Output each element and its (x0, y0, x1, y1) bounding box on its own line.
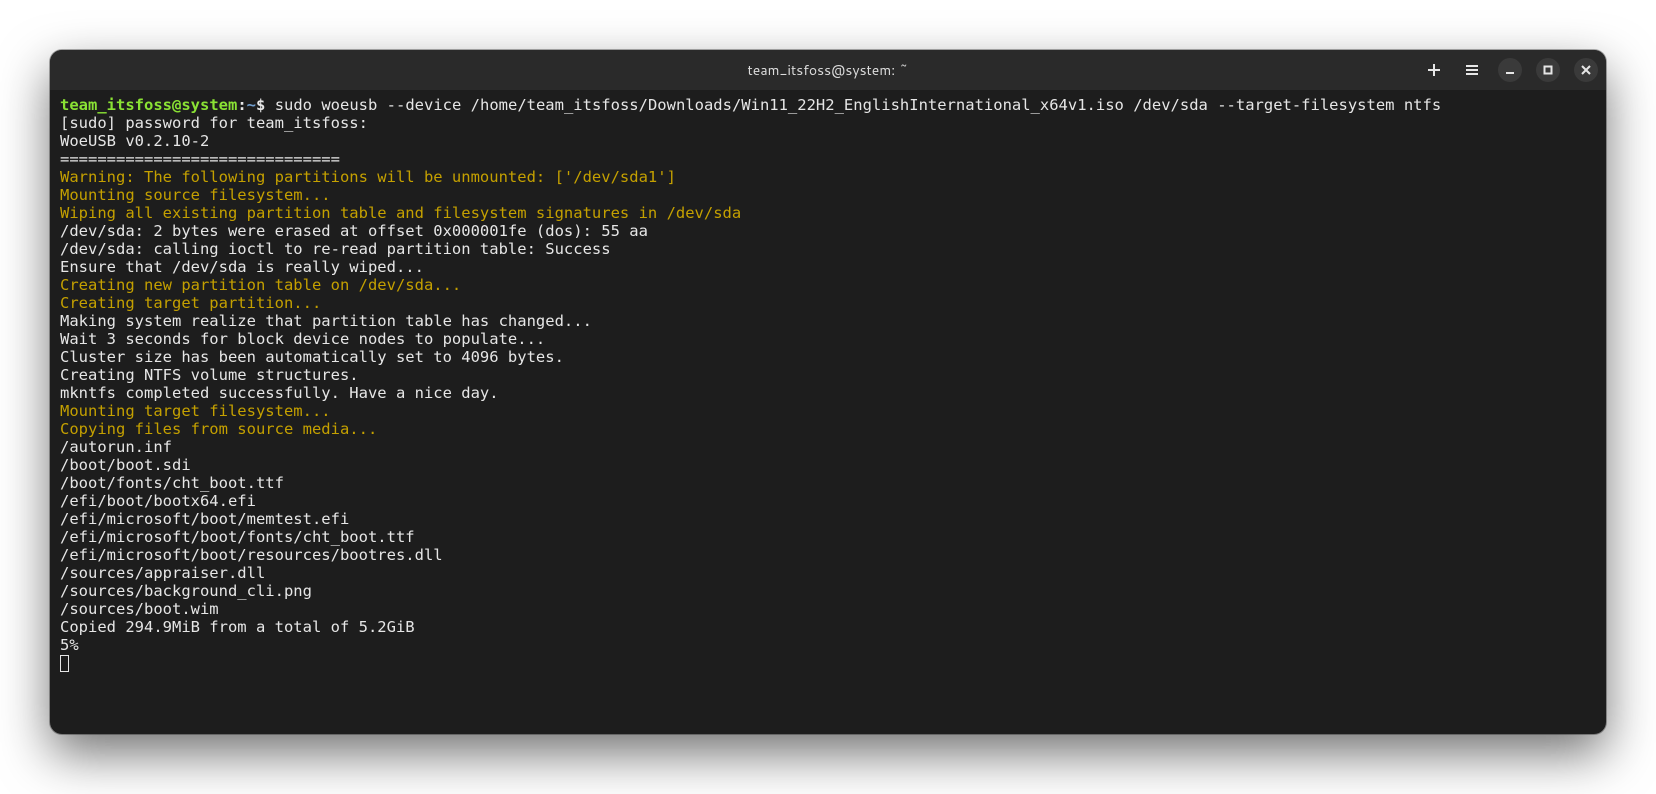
window-controls (1422, 50, 1598, 90)
prompt-user: team_itsfoss (60, 96, 172, 114)
prompt-at: @ (172, 96, 181, 114)
new-tab-button[interactable] (1422, 58, 1446, 82)
output-status: Wiping all existing partition table and … (60, 204, 741, 222)
prompt-colon: : (237, 96, 246, 114)
titlebar: team_itsfoss@system: ~ (50, 50, 1606, 90)
output-status: Creating target partition... (60, 294, 321, 312)
output-file: /sources/background_cli.png (60, 582, 312, 600)
output-warning: Warning: The following partitions will b… (60, 168, 676, 186)
output-line: mkntfs completed successfully. Have a ni… (60, 384, 499, 402)
output-status: Mounting source filesystem... (60, 186, 331, 204)
maximize-button[interactable] (1536, 58, 1560, 82)
output-line: Creating NTFS volume structures. (60, 366, 359, 384)
output-status: Creating new partition table on /dev/sda… (60, 276, 461, 294)
output-line: [sudo] password for team_itsfoss: (60, 114, 377, 132)
output-status: Copying files from source media... (60, 420, 377, 438)
output-file: /sources/appraiser.dll (60, 564, 265, 582)
output-line: Ensure that /dev/sda is really wiped... (60, 258, 424, 276)
minimize-button[interactable] (1498, 58, 1522, 82)
output-line: /dev/sda: calling ioctl to re-read parti… (60, 240, 611, 258)
prompt-dollar: $ (256, 96, 275, 114)
output-progress-percent: 5% (60, 636, 79, 654)
close-button[interactable] (1574, 58, 1598, 82)
command-text: sudo woeusb --device /home/team_itsfoss/… (275, 96, 1441, 114)
output-line: Cluster size has been automatically set … (60, 348, 564, 366)
output-file: /efi/boot/bootx64.efi (60, 492, 256, 510)
output-file: /autorun.inf (60, 438, 172, 456)
output-line: Making system realize that partition tab… (60, 312, 592, 330)
output-file: /sources/boot.wim (60, 600, 219, 618)
output-line: /dev/sda: 2 bytes were erased at offset … (60, 222, 648, 240)
window-title: team_itsfoss@system: ~ (50, 60, 1606, 80)
output-progress-text: Copied 294.9MiB from a total of 5.2GiB (60, 618, 415, 636)
output-file: /efi/microsoft/boot/resources/bootres.dl… (60, 546, 443, 564)
output-file: /efi/microsoft/boot/fonts/cht_boot.ttf (60, 528, 415, 546)
prompt-path: ~ (247, 96, 256, 114)
terminal-body[interactable]: team_itsfoss@system:~$ sudo woeusb --dev… (50, 90, 1606, 734)
terminal-window: team_itsfoss@system: ~ team_itsfoss@syst… (50, 50, 1606, 734)
output-line: ============================== (60, 150, 340, 168)
output-status: Mounting target filesystem... (60, 402, 331, 420)
terminal-cursor (60, 655, 69, 672)
prompt-host: system (181, 96, 237, 114)
output-line: WoeUSB v0.2.10-2 (60, 132, 209, 150)
output-file: /boot/fonts/cht_boot.ttf (60, 474, 284, 492)
output-file: /boot/boot.sdi (60, 456, 191, 474)
output-line: Wait 3 seconds for block device nodes to… (60, 330, 545, 348)
output-file: /efi/microsoft/boot/memtest.efi (60, 510, 349, 528)
menu-button[interactable] (1460, 58, 1484, 82)
